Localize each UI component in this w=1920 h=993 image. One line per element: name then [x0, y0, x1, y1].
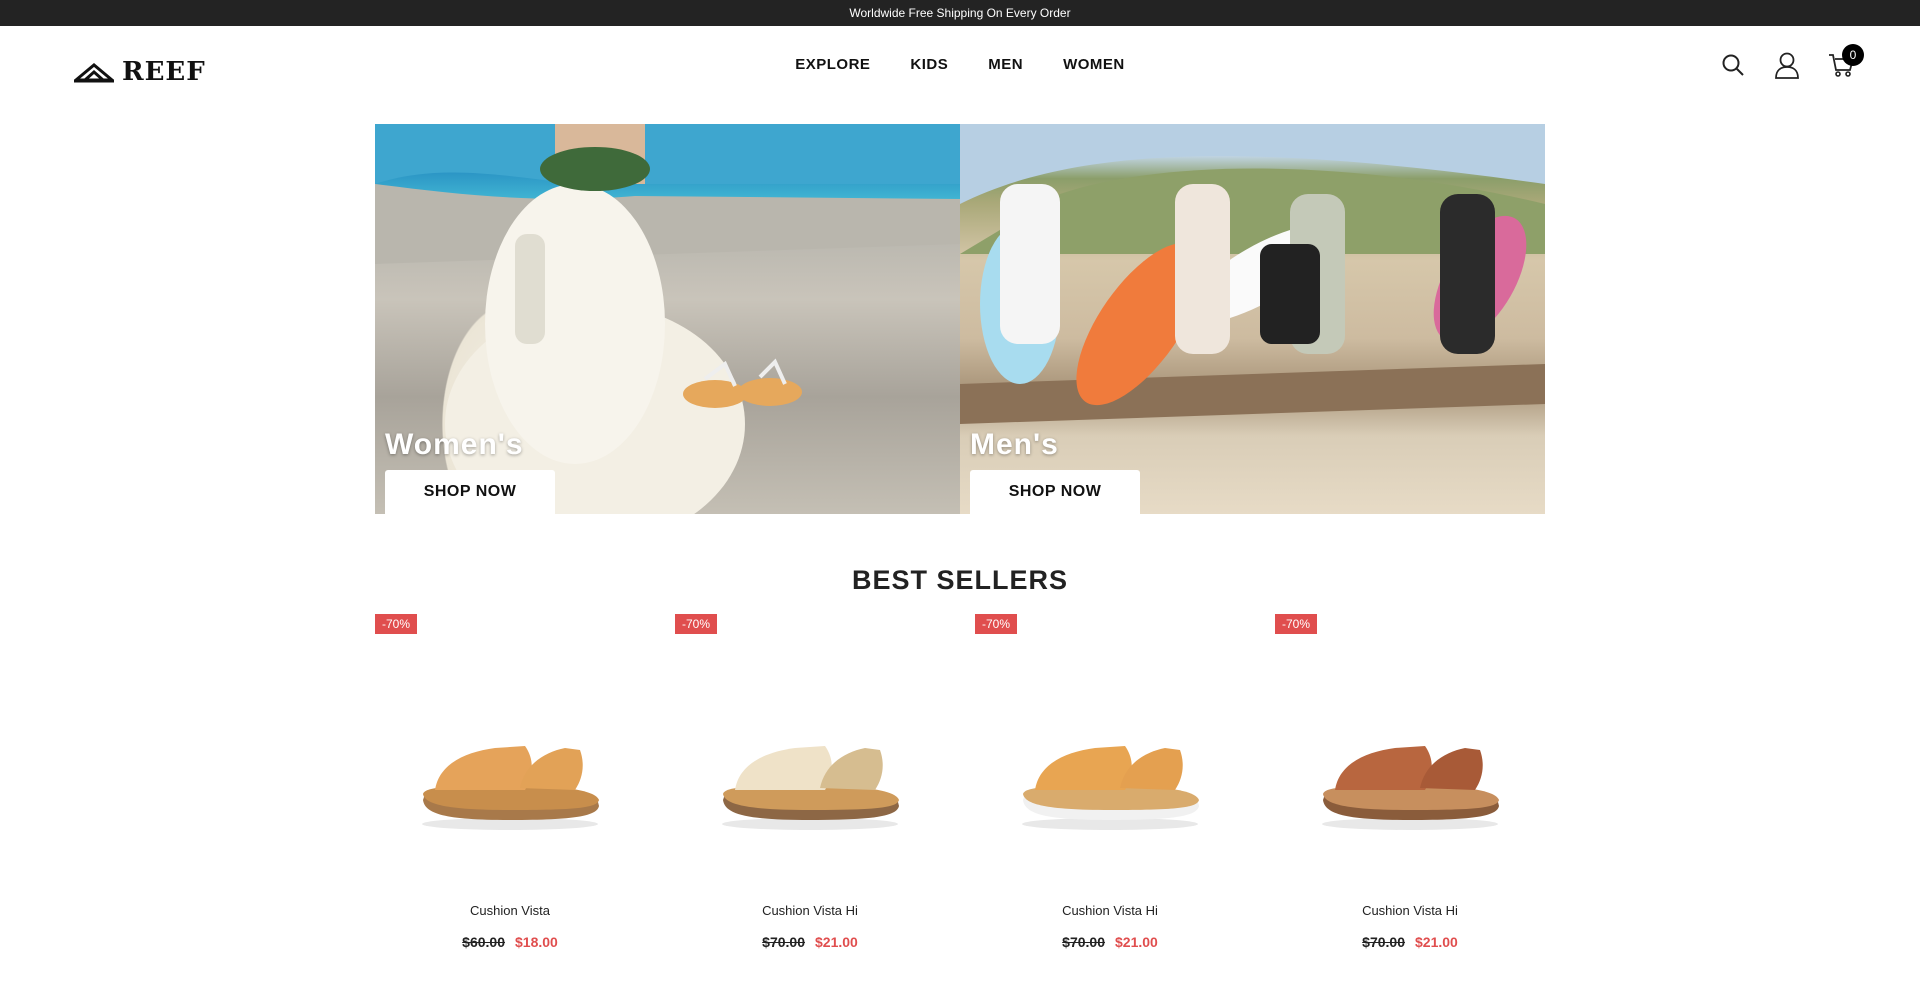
nav-item-kids[interactable]: KIDS	[910, 56, 948, 73]
banner-title-womens: Women's	[385, 428, 524, 461]
discount-badge: -70%	[975, 614, 1018, 634]
product-prices: $70.00 $21.00	[1275, 934, 1545, 950]
sandal-image	[722, 746, 899, 830]
sale-price: $18.00	[515, 934, 558, 950]
original-price: $70.00	[1362, 934, 1405, 950]
discount-badge: -70%	[1275, 614, 1318, 634]
best-sellers-title: BEST SELLERS	[851, 565, 1069, 595]
site-header: REEF EXPLORE KIDS MEN WOMEN 0	[0, 26, 1920, 106]
product-card[interactable]: -70% Cushion Vista Hi $70.00 $21.00	[1275, 614, 1575, 954]
product-prices: $70.00 $21.00	[675, 934, 945, 950]
discount-badge: -70%	[675, 614, 718, 634]
sandal-image	[422, 746, 599, 830]
original-price: $70.00	[762, 934, 805, 950]
shop-now-mens-button[interactable]: SHOP NOW	[970, 470, 1140, 514]
shop-now-womens-button[interactable]: SHOP NOW	[385, 470, 555, 514]
product-card[interactable]: -70% Cushion Vista Hi $70.00 $21.00	[675, 614, 975, 954]
sale-price: $21.00	[1115, 934, 1158, 950]
sale-price: $21.00	[815, 934, 858, 950]
discount-badge: -70%	[375, 614, 418, 634]
banner-title-mens: Men's	[970, 428, 1059, 461]
best-sellers-grid: -70% Cushion Vista $60.00 $18.00 -70% Cu…	[375, 614, 1575, 954]
product-card[interactable]: -70% Cushion Vista $60.00 $18.00	[375, 614, 675, 954]
nav-item-explore[interactable]: EXPLORE	[795, 56, 870, 73]
product-prices: $60.00 $18.00	[375, 934, 645, 950]
banner-womens[interactable]: Women's SHOP NOW	[375, 124, 960, 514]
product-name[interactable]: Cushion Vista Hi	[675, 903, 945, 918]
search-button[interactable]	[1720, 50, 1746, 80]
nav-item-men[interactable]: MEN	[988, 56, 1023, 73]
sandal-image	[1322, 746, 1499, 830]
account-button[interactable]	[1774, 50, 1800, 80]
original-price: $60.00	[462, 934, 505, 950]
cart-button[interactable]: 0	[1828, 44, 1864, 80]
cart-count-badge: 0	[1842, 44, 1864, 66]
nav-item-women[interactable]: WOMEN	[1063, 56, 1125, 73]
category-banners: Women's SHOP NOW Men's SHOP NOW	[375, 124, 1545, 514]
original-price: $70.00	[1062, 934, 1105, 950]
product-prices: $70.00 $21.00	[975, 934, 1245, 950]
product-name[interactable]: Cushion Vista Hi	[975, 903, 1245, 918]
banner-mens[interactable]: Men's SHOP NOW	[960, 124, 1545, 514]
announcement-bar: Worldwide Free Shipping On Every Order	[0, 0, 1920, 26]
sale-price: $21.00	[1415, 934, 1458, 950]
product-card[interactable]: -70% Cushion Vista Hi $70.00 $21.00	[975, 614, 1275, 954]
header-icons: 0	[1720, 44, 1864, 80]
user-icon	[1775, 52, 1799, 79]
sandal-image	[1022, 746, 1199, 830]
search-icon	[1722, 54, 1744, 76]
product-name[interactable]: Cushion Vista	[375, 903, 645, 918]
main-nav: EXPLORE KIDS MEN WOMEN	[0, 56, 1920, 73]
announcement-text: Worldwide Free Shipping On Every Order	[849, 6, 1071, 20]
product-name[interactable]: Cushion Vista Hi	[1275, 903, 1545, 918]
